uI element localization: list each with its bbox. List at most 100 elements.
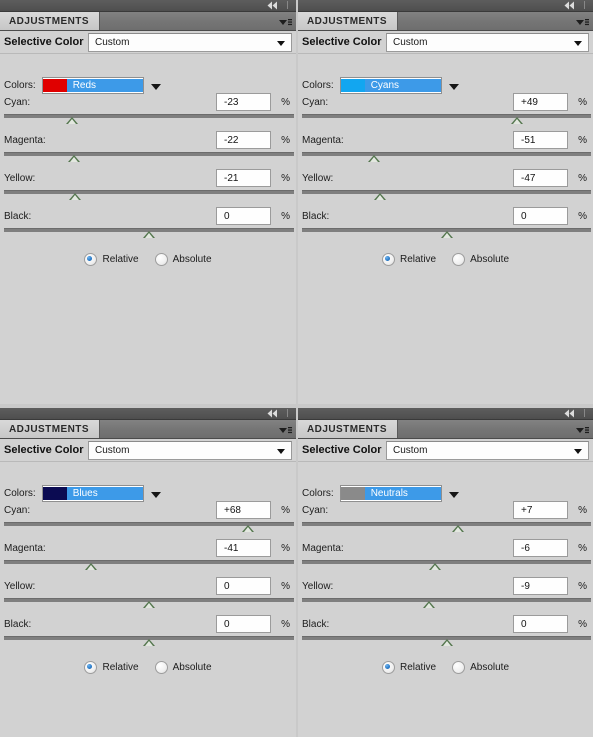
radio-absolute[interactable] [154, 253, 168, 266]
slider-group-yellow: Yellow: -9% [298, 577, 593, 619]
slider-thumb[interactable] [428, 563, 441, 570]
slider-value: +7 [521, 504, 533, 516]
colors-dropdown[interactable]: Reds [41, 77, 161, 94]
radio-absolute[interactable] [154, 661, 168, 674]
panel-menu-icon[interactable] [278, 424, 292, 435]
slider-thumb[interactable] [423, 601, 436, 608]
radio-relative[interactable] [84, 253, 98, 266]
slider-value-input[interactable]: -9 [513, 577, 568, 595]
slider-track[interactable] [302, 190, 591, 194]
slider-thumb[interactable] [143, 231, 155, 238]
colors-label: Colors: [4, 80, 36, 91]
collapse-to-icons-double-arrow-icon[interactable] [563, 1, 579, 12]
slider-track[interactable] [302, 522, 591, 526]
collapse-to-icons-double-arrow-icon[interactable] [266, 409, 282, 420]
slider-track[interactable] [302, 114, 591, 118]
slider-track[interactable] [4, 152, 294, 156]
percent-label: % [281, 543, 290, 554]
slider-track[interactable] [302, 598, 591, 602]
colors-dropdown-value: Neutrals [370, 488, 408, 499]
slider-value-input[interactable]: +7 [513, 501, 568, 519]
preset-dropdown[interactable]: Custom [88, 441, 292, 460]
preset-dropdown[interactable]: Custom [386, 33, 589, 52]
slider-thumb[interactable] [85, 563, 97, 570]
panel-menu-icon[interactable] [278, 16, 292, 27]
slider-thumb[interactable] [143, 639, 155, 646]
colors-dropdown[interactable]: Cyans [339, 77, 459, 94]
preset-dropdown[interactable]: Custom [386, 441, 589, 460]
slider-label: Magenta: [4, 543, 46, 554]
slider-track[interactable] [4, 114, 294, 118]
colors-label: Colors: [302, 80, 334, 91]
panel-menu-icon[interactable] [575, 424, 589, 435]
panel-menu-icon[interactable] [575, 16, 589, 27]
colors-label: Colors: [302, 488, 334, 499]
slider-value-input[interactable]: +49 [513, 93, 568, 111]
colors-dropdown[interactable]: Neutrals [339, 485, 459, 502]
slider-value-input[interactable]: -6 [513, 539, 568, 557]
slider-thumb[interactable] [452, 525, 465, 532]
slider-value-input[interactable]: 0 [513, 615, 568, 633]
tab-adjustments[interactable]: ADJUSTMENTS [0, 420, 100, 438]
collapse-to-icons-double-arrow-icon[interactable] [266, 1, 282, 12]
preset-dropdown-value: Custom [95, 37, 130, 48]
slider-value-input[interactable]: 0 [513, 207, 568, 225]
slider-group-cyan: Cyan: +49% [298, 93, 593, 135]
slider-value-input[interactable]: -47 [513, 169, 568, 187]
colors-row: Colors: Neutrals [302, 485, 459, 502]
slider-thumb[interactable] [67, 155, 80, 162]
slider-label: Yellow: [302, 173, 334, 184]
panel-topbar [0, 408, 296, 420]
topbar-divider [287, 1, 288, 9]
slider-thumb[interactable] [368, 155, 381, 162]
slider-track[interactable] [4, 190, 294, 194]
slider-value-input[interactable]: 0 [216, 615, 271, 633]
slider-thumb[interactable] [66, 117, 79, 124]
radio-relative[interactable] [84, 661, 98, 674]
slider-value-input[interactable]: -51 [513, 131, 568, 149]
slider-thumb[interactable] [440, 639, 453, 646]
slider-value-input[interactable]: -23 [216, 93, 271, 111]
slider-label: Cyan: [4, 97, 31, 108]
topbar-divider [584, 409, 585, 417]
tab-adjustments[interactable]: ADJUSTMENTS [298, 420, 398, 438]
slider-track[interactable] [4, 560, 294, 564]
slider-thumb[interactable] [241, 525, 254, 532]
slider-group-magenta: Magenta: -6% [298, 539, 593, 581]
slider-value-input[interactable]: -22 [216, 131, 271, 149]
percent-label: % [578, 135, 587, 146]
slider-label: Black: [4, 619, 32, 630]
chevron-down-icon [150, 83, 161, 90]
radio-absolute[interactable] [452, 253, 466, 266]
slider-track[interactable] [302, 152, 591, 156]
radio-relative[interactable] [381, 253, 395, 266]
slider-group-cyan: Cyan: -23% [0, 93, 296, 135]
slider-group-black: Black: 0% [0, 207, 296, 249]
slider-thumb[interactable] [374, 193, 387, 200]
tab-adjustments[interactable]: ADJUSTMENTS [0, 12, 100, 30]
slider-thumb[interactable] [511, 117, 524, 124]
slider-value-input[interactable]: 0 [216, 207, 271, 225]
slider-thumb[interactable] [69, 193, 82, 200]
slider-value-input[interactable]: +68 [216, 501, 271, 519]
radio-relative[interactable] [381, 661, 395, 674]
colors-dropdown[interactable]: Blues [41, 485, 161, 502]
tab-adjustments[interactable]: ADJUSTMENTS [298, 12, 398, 30]
slider-value-input[interactable]: -21 [216, 169, 271, 187]
slider-value-input[interactable]: -41 [216, 539, 271, 557]
slider-value: -51 [521, 134, 536, 146]
collapse-to-icons-double-arrow-icon[interactable] [563, 409, 579, 420]
colors-dropdown-selection: Cyans [364, 79, 441, 92]
radio-absolute-label: Absolute [470, 662, 510, 673]
slider-label: Yellow: [4, 173, 36, 184]
panel-cyans: ADJUSTMENTS Selective Color Custom Colors: C… [298, 0, 593, 404]
slider-label: Black: [302, 211, 330, 222]
panel-tabbar: ADJUSTMENTS [0, 420, 296, 439]
slider-value-input[interactable]: 0 [216, 577, 271, 595]
panel-reds: ADJUSTMENTS Selective Color Custom Colors: R… [0, 0, 296, 404]
radio-absolute[interactable] [452, 661, 466, 674]
preset-dropdown[interactable]: Custom [88, 33, 292, 52]
slider-track[interactable] [302, 560, 591, 564]
slider-thumb[interactable] [440, 231, 453, 238]
slider-thumb[interactable] [143, 601, 155, 608]
